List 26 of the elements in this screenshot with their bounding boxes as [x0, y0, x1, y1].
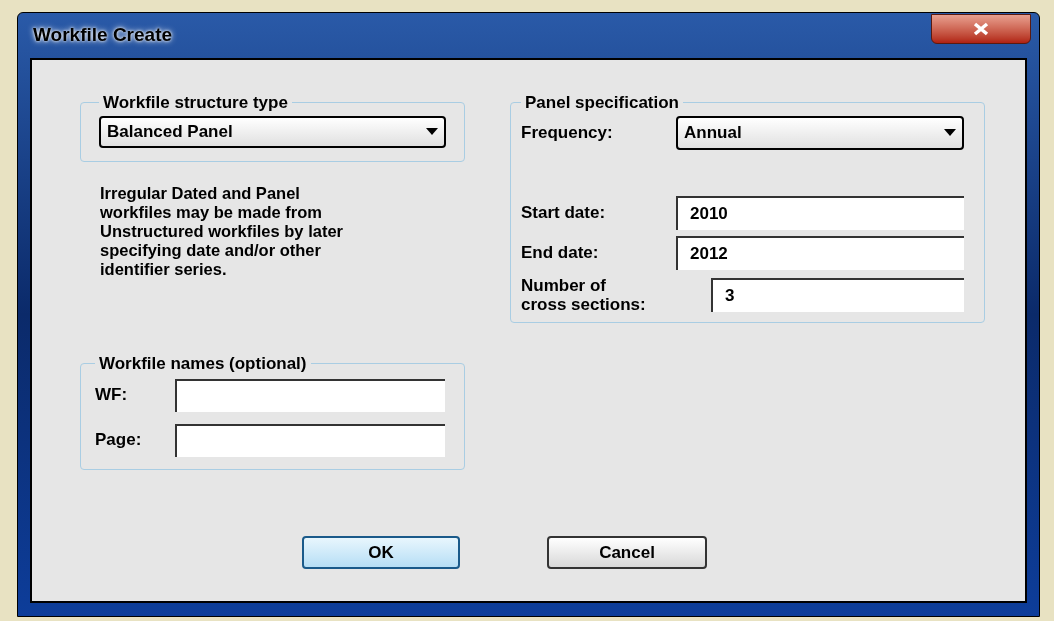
input-field[interactable] [175, 378, 445, 412]
input-field[interactable]: 3 [711, 277, 964, 312]
close-icon [972, 21, 990, 36]
field-label: Page: [95, 429, 143, 452]
window-title: Workfile Create [33, 23, 173, 48]
dropdown-value: Balanced Panel [107, 120, 233, 143]
group-title: Workfile structure type [102, 92, 289, 114]
group-title: Panel specification [524, 92, 680, 114]
close-button[interactable] [931, 13, 1031, 44]
dropdown-value: Annual [684, 121, 742, 144]
dialog-button[interactable]: OK [302, 536, 460, 569]
caret-icon [426, 128, 438, 135]
field-label: End date: [521, 241, 600, 264]
caret-icon [944, 129, 956, 136]
dialog-button[interactable]: Cancel [547, 536, 707, 569]
dropdown[interactable]: Annual [676, 115, 964, 150]
field-label: Frequency: [521, 121, 614, 144]
group-title: Workfile names (optional) [98, 353, 308, 375]
field-label: Start date: [521, 201, 607, 224]
description-text: Irregular Dated and Panel workfiles may be made from Unstructured workfiles by later specifying date and/or other identifier series. [100, 184, 344, 279]
field-label: Number of cross sections: [521, 275, 647, 314]
dropdown[interactable]: Balanced Panel [99, 115, 446, 148]
input-field[interactable] [175, 423, 445, 457]
input-field[interactable]: 2012 [676, 235, 964, 270]
field-label: WF: [95, 384, 129, 407]
input-field[interactable]: 2010 [676, 195, 964, 230]
